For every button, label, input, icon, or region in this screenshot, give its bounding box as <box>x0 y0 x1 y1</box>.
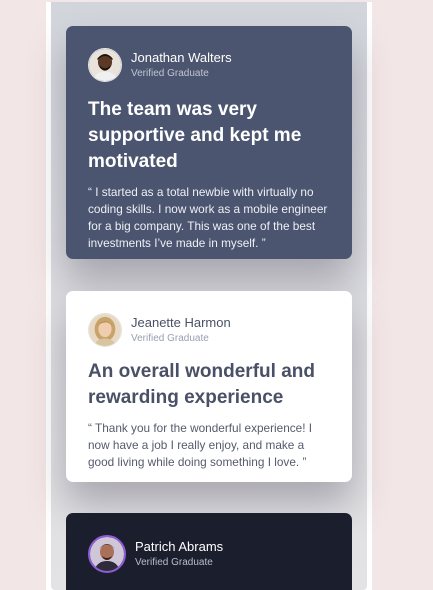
testimonial-quote: “ I started as a total newbie with virtu… <box>88 185 328 250</box>
author-role: Verified Graduate <box>131 68 209 79</box>
avatar <box>88 535 126 573</box>
avatar <box>88 48 122 82</box>
testimonial-card: Patrich Abrams Verified Graduate <box>66 513 352 590</box>
testimonial-headline: The team was very supportive and kept me… <box>88 99 302 172</box>
author-role: Verified Graduate <box>135 557 213 568</box>
testimonial-headline: An overall wonderful and rewarding exper… <box>88 361 315 408</box>
testimonial-header: Jeanette Harmon Verified Graduate <box>88 313 330 347</box>
testimonial-card: Jeanette Harmon Verified Graduate An ove… <box>66 291 352 482</box>
author-name: Jeanette Harmon <box>131 315 231 330</box>
testimonial-quote: “ Thank you for the wonderful experience… <box>88 421 313 469</box>
testimonial-header: Patrich Abrams Verified Graduate <box>88 535 330 573</box>
author-name: Jonathan Walters <box>131 50 232 65</box>
avatar <box>88 313 122 347</box>
author-name: Patrich Abrams <box>135 539 224 554</box>
testimonial-header: Jonathan Walters Verified Graduate <box>88 48 330 82</box>
author-role: Verified Graduate <box>131 333 209 344</box>
testimonial-card: Jonathan Walters Verified Graduate The t… <box>66 26 352 259</box>
